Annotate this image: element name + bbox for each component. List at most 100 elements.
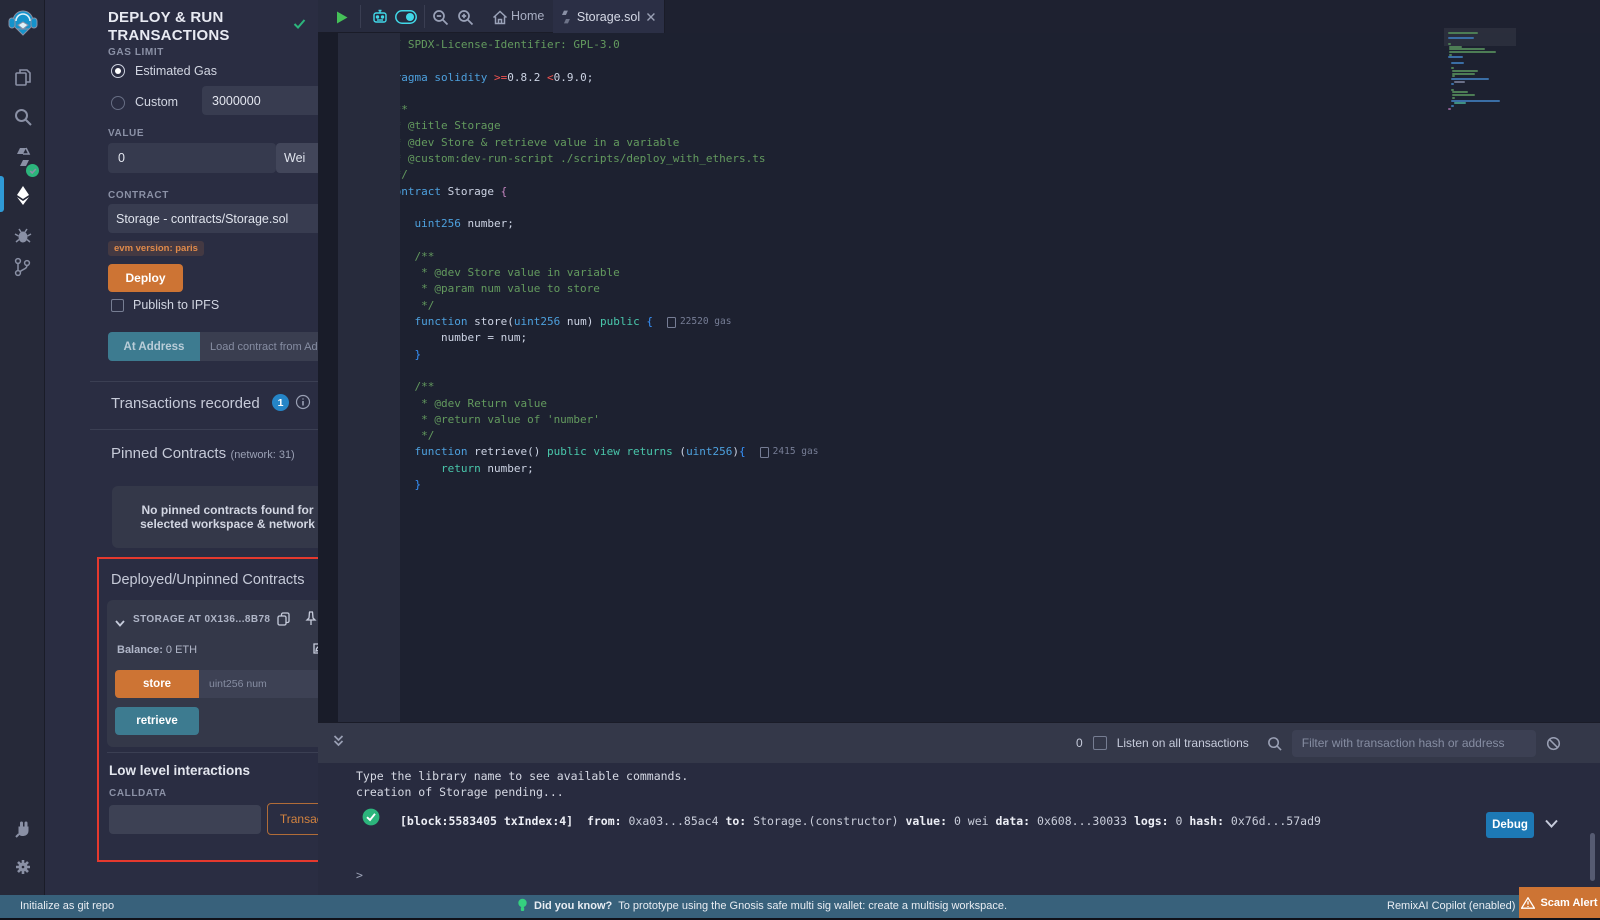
divider: [107, 752, 350, 753]
minimap-line: [1449, 48, 1486, 50]
code-line: 22 /**: [400, 379, 1600, 395]
home-icon[interactable]: [490, 7, 510, 27]
filter-transactions-input[interactable]: [1292, 730, 1536, 757]
calldata-input[interactable]: [109, 805, 261, 834]
tip-label: Did you know?: [534, 900, 612, 912]
custom-gas-radio[interactable]: [111, 96, 125, 110]
minimap-line: [1449, 46, 1463, 48]
code-line: 19 number = num;: [400, 330, 1600, 346]
copilot-toggle[interactable]: [394, 7, 418, 27]
deploy-and-run-icon[interactable]: [0, 178, 45, 212]
store-function-button[interactable]: store: [115, 670, 199, 698]
code-line: 21: [400, 363, 1600, 379]
code-line: 20 }: [400, 347, 1600, 363]
no-pinned-line1: No pinned contracts found for: [142, 503, 314, 517]
minimap-line: [1452, 97, 1455, 99]
pin-instance-icon[interactable]: [304, 610, 318, 631]
tab-close-icon[interactable]: [646, 12, 656, 22]
minimap[interactable]: [1448, 28, 1512, 114]
at-address-button[interactable]: At Address: [108, 332, 200, 361]
toolbar-separator: [424, 5, 425, 28]
tab-storage-sol[interactable]: Storage.sol: [553, 0, 665, 33]
code-line: 16 * @param num value to store: [400, 281, 1600, 297]
terminal-output[interactable]: Type the library name to see available c…: [318, 763, 1600, 895]
terminal-scrollbar[interactable]: [1590, 833, 1595, 881]
solidity-compiler-icon[interactable]: [0, 140, 45, 174]
pinned-contracts-title: Pinned Contracts: [111, 445, 226, 462]
terminal-collapse-icon[interactable]: [332, 734, 345, 753]
code-line: 11: [400, 200, 1600, 216]
lightbulb-icon: [517, 898, 528, 913]
calldata-label: CALLDATA: [109, 788, 167, 799]
git-init-status[interactable]: Initialize as git repo: [20, 900, 114, 912]
toolbar-separator: [360, 5, 361, 28]
no-pinned-contracts-box: No pinned contracts found for selected w…: [112, 486, 343, 548]
ai-assistant-robot-icon[interactable]: [370, 7, 390, 27]
code-line: 15 * @dev Store value in variable: [400, 265, 1600, 281]
transactions-recorded-label: Transactions recorded: [111, 395, 260, 412]
code-line: 25 */: [400, 428, 1600, 444]
file-explorer-icon[interactable]: [0, 60, 45, 94]
listen-all-checkbox[interactable]: [1093, 736, 1107, 750]
home-tab-label[interactable]: Home: [511, 9, 544, 23]
contract-select[interactable]: Storage - contracts/Storage.sol ▲▼: [108, 204, 336, 233]
terminal-line: creation of Storage pending...: [356, 785, 564, 799]
code-line: 29}: [400, 493, 1600, 509]
zoom-out-icon[interactable]: [430, 7, 450, 27]
copy-address-icon[interactable]: [276, 611, 291, 632]
low-level-title: Low level interactions: [109, 763, 250, 778]
contract-selected-option: Storage - contracts/Storage.sol: [116, 212, 288, 226]
code-line: 2: [400, 53, 1600, 69]
code-editor[interactable]: 1// SPDX-License-Identifier: GPL-3.023pr…: [400, 33, 1600, 722]
remix-logo-icon[interactable]: [0, 6, 45, 40]
debugger-icon[interactable]: [0, 218, 45, 252]
store-arg-input[interactable]: [199, 670, 323, 698]
instance-collapse-chevron-icon[interactable]: [114, 615, 126, 633]
scam-alert-button[interactable]: Scam Alert: [1519, 887, 1600, 918]
publish-ipfs-checkbox[interactable]: [111, 299, 124, 312]
evm-version-badge: evm version: paris: [108, 241, 204, 256]
code-line: 3pragma solidity >=0.8.2 <0.9.0;: [400, 70, 1600, 86]
terminal-prompt[interactable]: >: [356, 868, 363, 882]
value-input[interactable]: [108, 143, 276, 173]
code-line: 6 * @title Storage: [400, 118, 1600, 134]
copilot-status[interactable]: RemixAI Copilot (enabled): [1387, 900, 1515, 912]
no-pinned-line2: selected workspace & network: [140, 517, 315, 531]
solidity-file-icon: [561, 10, 571, 24]
compile-success-badge: [26, 164, 39, 177]
search-icon[interactable]: [0, 100, 45, 134]
settings-gear-icon[interactable]: [0, 850, 45, 884]
scam-alert-label: Scam Alert: [1540, 897, 1597, 909]
instance-label: STORAGE AT 0X136...8B78: [133, 614, 270, 625]
minimap-line: [1451, 100, 1500, 102]
code-line: 4: [400, 86, 1600, 102]
at-address-input[interactable]: [200, 332, 336, 361]
publish-ipfs-label: Publish to IPFS: [133, 298, 219, 312]
code-line: 12 uint256 number;: [400, 216, 1600, 232]
minimap-line: [1448, 108, 1451, 110]
transactions-info-icon[interactable]: [295, 394, 311, 415]
debug-button[interactable]: Debug: [1486, 812, 1534, 838]
zoom-in-icon[interactable]: [455, 7, 475, 27]
terminal-line: Type the library name to see available c…: [356, 769, 688, 783]
estimated-gas-radio[interactable]: [111, 64, 125, 78]
code-lines: 1// SPDX-License-Identifier: GPL-3.023pr…: [400, 37, 1600, 510]
remix-ide-window: DEPLOY & RUN TRANSACTIONS GAS LIMIT Esti…: [0, 0, 1600, 920]
minimap-line: [1451, 62, 1464, 64]
minimap-line: [1449, 54, 1452, 56]
custom-gas-input[interactable]: [202, 86, 336, 115]
git-icon[interactable]: [0, 250, 45, 284]
code-line: 14 /**: [400, 249, 1600, 265]
code-line: 17 */: [400, 298, 1600, 314]
pinned-network-label: (network: 31): [231, 449, 295, 461]
plugin-manager-icon[interactable]: [0, 812, 45, 846]
retrieve-function-button[interactable]: retrieve: [115, 707, 199, 735]
clear-console-ban-icon[interactable]: [1546, 736, 1561, 751]
code-line: 13: [400, 233, 1600, 249]
deploy-button[interactable]: Deploy: [108, 264, 183, 292]
transaction-log-line[interactable]: [block:5583405 txIndex:4] from: 0xa03...…: [400, 814, 1321, 828]
breakpoint-margin[interactable]: [318, 33, 338, 722]
run-script-play-icon[interactable]: [332, 7, 352, 27]
tx-expand-chevron-icon[interactable]: [1544, 818, 1559, 832]
code-line: 5/**: [400, 102, 1600, 118]
